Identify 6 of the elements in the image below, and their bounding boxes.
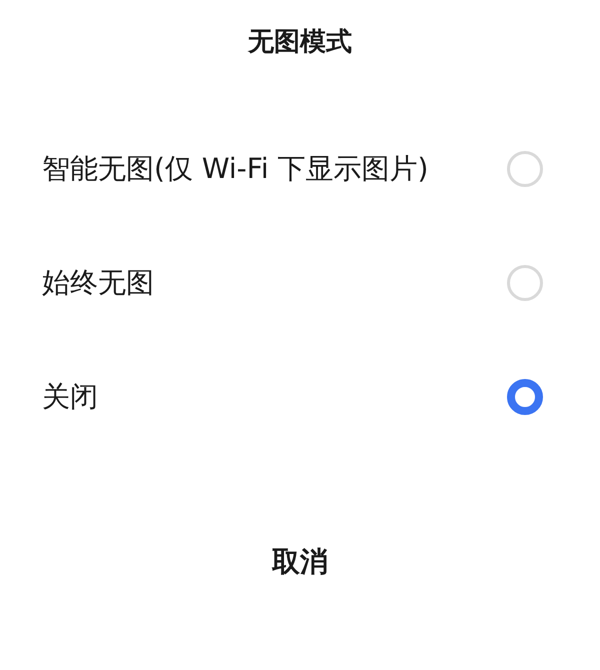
option-label: 关闭 bbox=[42, 379, 98, 416]
option-label: 始终无图 bbox=[42, 265, 154, 302]
radio-button[interactable] bbox=[507, 379, 543, 416]
option-label: 智能无图(仅 Wi-Fi 下显示图片) bbox=[42, 150, 428, 187]
cancel-button[interactable]: 取消 bbox=[256, 533, 344, 592]
dialog-title: 无图模式 bbox=[248, 26, 352, 60]
